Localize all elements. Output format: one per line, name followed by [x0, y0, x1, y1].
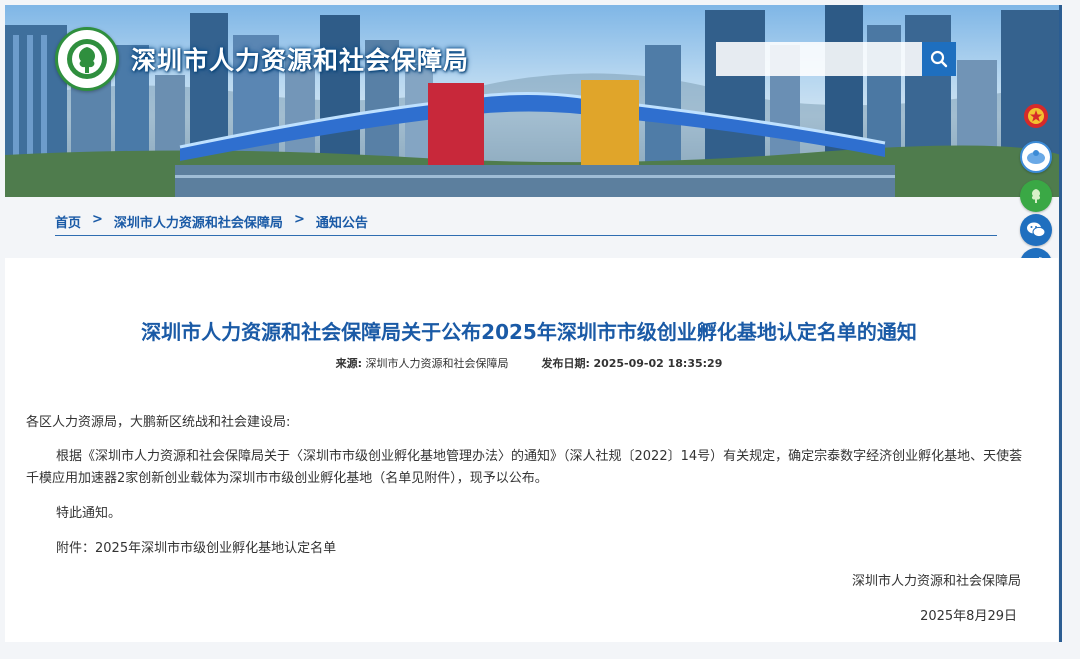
source-label: 来源:: [335, 357, 363, 370]
salutation: 各区人力资源局，大鹏新区统战和社会建设局:: [26, 415, 291, 430]
breadcrumb-notices[interactable]: 通知公告: [316, 212, 368, 231]
wechat-button[interactable]: [1020, 214, 1052, 246]
page: 深圳市人力资源和社会保障局 首页 > 深圳市人力资源和社会保障局 > 通知公告 …: [0, 0, 1080, 659]
breadcrumb-home[interactable]: 首页: [55, 212, 81, 231]
breadcrumb-separator: >: [92, 212, 103, 227]
wechat-icon: [1027, 222, 1046, 238]
article-paragraph: 根据《深圳市人力资源和社会保障局关于〈深圳市市级创业孵化基地管理办法〉的通知》（…: [26, 449, 1023, 486]
date-value: 2025-09-02 18:35:29: [593, 357, 723, 370]
elder-mode-icon: [1027, 150, 1045, 164]
sign-date: 2025年8月29日: [920, 609, 1017, 624]
attachment-line: 附件：2025年深圳市市级创业孵化基地认定名单: [56, 541, 337, 556]
elder-mode-button[interactable]: [1020, 141, 1052, 173]
site-logo[interactable]: 深圳市人力资源和社会保障局: [55, 27, 469, 91]
search-box: [716, 42, 956, 76]
source-value: 深圳市人力资源和社会保障局: [365, 357, 509, 370]
breadcrumb: 首页 > 深圳市人力资源和社会保障局 > 通知公告: [55, 212, 997, 236]
breadcrumb-bureau[interactable]: 深圳市人力资源和社会保障局: [114, 212, 283, 231]
search-input[interactable]: [716, 42, 922, 76]
article-meta: 来源: 深圳市人力资源和社会保障局 发布日期: 2025-09-02 18:35…: [5, 355, 1053, 371]
tree-emblem-icon: [1031, 189, 1041, 203]
notice-line: 特此通知。: [56, 506, 122, 521]
search-button[interactable]: [922, 42, 956, 76]
signature: 深圳市人力资源和社会保障局: [851, 574, 1021, 589]
date-label: 发布日期:: [541, 357, 590, 370]
scrollbar[interactable]: [1059, 5, 1062, 642]
article-title: 深圳市人力资源和社会保障局关于公布2025年深圳市市级创业孵化基地认定名单的通知: [141, 320, 917, 344]
header-banner: 深圳市人力资源和社会保障局: [5, 5, 1061, 197]
tree-emblem-icon: [55, 27, 119, 91]
national-emblem-button[interactable]: [1020, 100, 1052, 132]
breadcrumb-separator: >: [293, 212, 305, 227]
tree-emblem-button[interactable]: [1020, 180, 1052, 212]
search-icon: [930, 50, 948, 68]
national-emblem-icon: [1024, 104, 1048, 128]
site-title: 深圳市人力资源和社会保障局: [131, 46, 470, 75]
article-card: 深圳市人力资源和社会保障局关于公布2025年深圳市市级创业孵化基地认定名单的通知…: [5, 258, 1058, 642]
